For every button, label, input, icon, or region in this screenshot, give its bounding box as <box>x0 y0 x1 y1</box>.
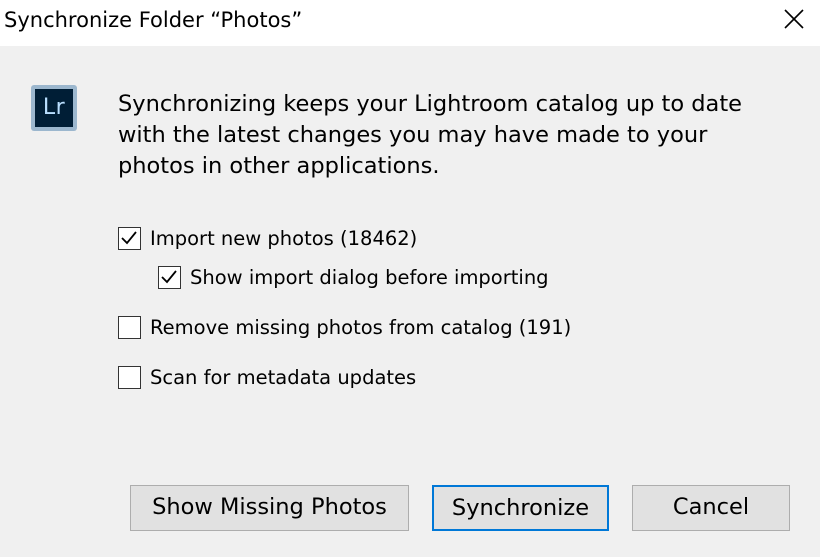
scan-metadata-checkbox[interactable] <box>118 365 141 389</box>
remove-missing-label: Remove missing photos from catalog (191) <box>150 315 572 339</box>
import-new-photos-option[interactable]: Import new photos (18462) <box>118 225 417 251</box>
cancel-button[interactable]: Cancel <box>632 485 790 531</box>
sync-description: Synchronizing keeps your Lightroom catal… <box>118 91 742 179</box>
show-import-dialog-option[interactable]: Show import dialog before importing <box>158 264 549 290</box>
synchronize-button[interactable]: Synchronize <box>432 485 609 531</box>
title-bar: Synchronize Folder “Photos” <box>0 0 820 46</box>
scan-metadata-label: Scan for metadata updates <box>150 365 417 389</box>
import-new-photos-label: Import new photos (18462) <box>150 226 418 250</box>
dialog-title: Synchronize Folder “Photos” <box>4 8 303 32</box>
remove-missing-checkbox[interactable] <box>118 315 141 339</box>
show-import-dialog-label: Show import dialog before importing <box>190 265 549 289</box>
checkmark-icon <box>161 269 177 283</box>
remove-missing-option[interactable]: Remove missing photos from catalog (191) <box>118 314 571 340</box>
close-button[interactable] <box>782 7 806 31</box>
lightroom-logo-text: Lr <box>35 89 73 127</box>
show-import-dialog-checkbox[interactable] <box>158 265 181 289</box>
show-missing-photos-button[interactable]: Show Missing Photos <box>130 485 409 531</box>
scan-metadata-option[interactable]: Scan for metadata updates <box>118 364 416 390</box>
import-new-photos-checkbox[interactable] <box>118 226 141 250</box>
sync-folder-dialog: Synchronize Folder “Photos” Lr Synchroni… <box>0 0 820 557</box>
lightroom-logo: Lr <box>31 85 77 131</box>
close-icon <box>784 9 804 29</box>
checkmark-icon <box>121 230 137 244</box>
